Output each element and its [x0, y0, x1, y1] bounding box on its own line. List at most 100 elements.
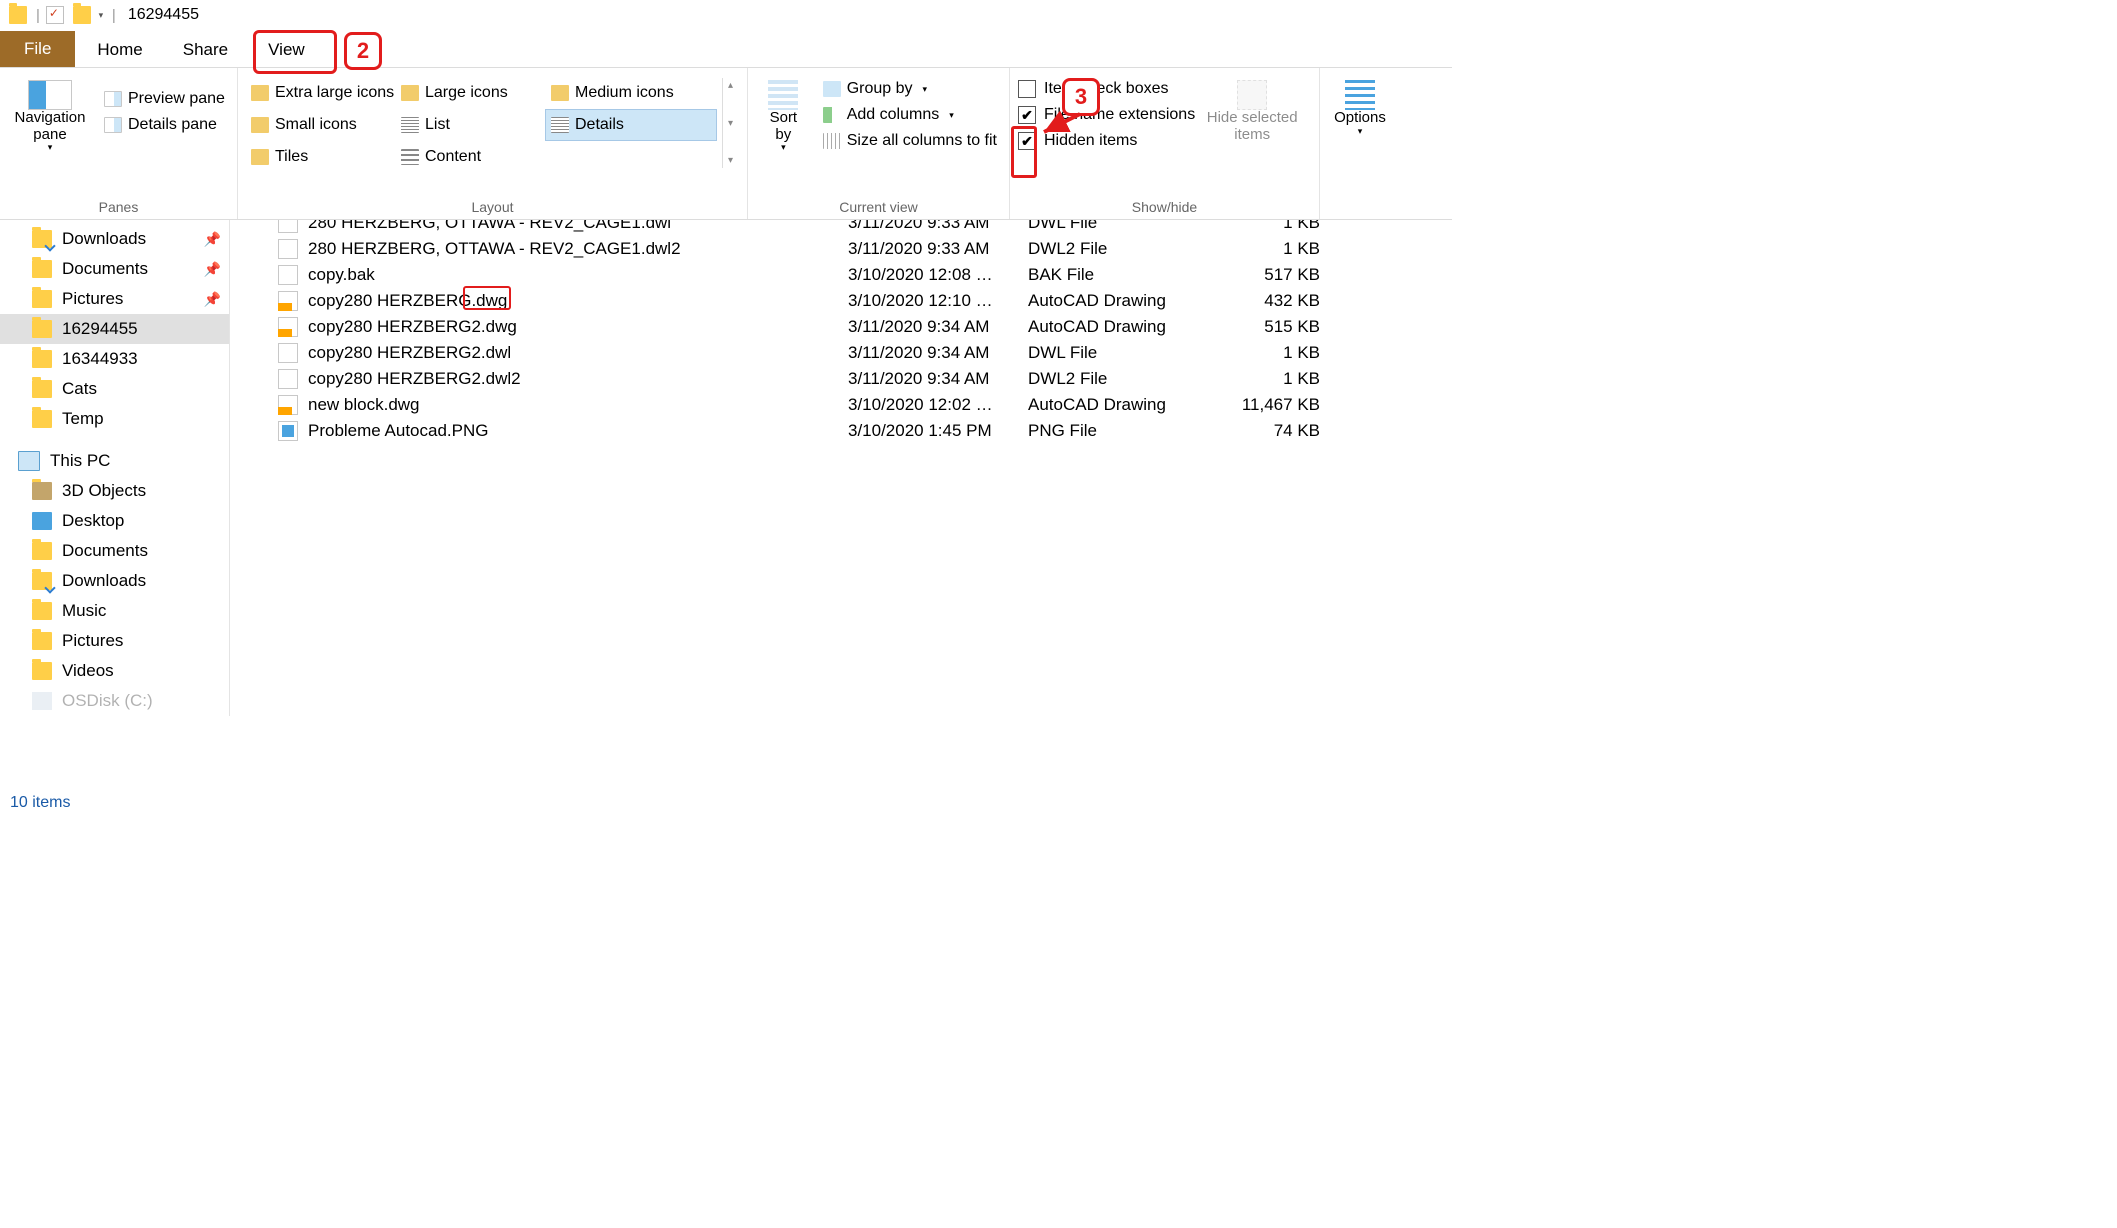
nav-documents[interactable]: Documents📌 — [0, 254, 229, 284]
ribbon-group-panes: Navigation pane ▾ Preview pane Details p… — [0, 68, 238, 219]
nav-16344933[interactable]: 16344933 — [0, 344, 229, 374]
nav-videos[interactable]: Videos — [0, 656, 229, 686]
file-list[interactable]: 280 HERZBERG, OTTAWA - REV2_CAGE1.dwl 3/1… — [230, 220, 1452, 790]
scroll-up-icon[interactable]: ▴ — [723, 78, 738, 93]
hide-selected-button[interactable]: Hide selected items — [1203, 72, 1301, 143]
item-check-boxes-toggle[interactable]: Item check boxes — [1018, 78, 1195, 100]
ribbon-group-layout: Extra large icons Large icons Medium ico… — [238, 68, 748, 219]
layout-extra-large-icons[interactable]: Extra large icons — [246, 78, 396, 108]
layout-large-icons[interactable]: Large icons — [396, 78, 546, 108]
separator: | — [36, 7, 40, 24]
file-name: new block.dwg — [308, 395, 848, 415]
tab-view[interactable]: View — [248, 33, 325, 67]
folder-icon — [32, 380, 52, 398]
nav-this-pc[interactable]: This PC — [0, 446, 229, 476]
file-row[interactable]: new block.dwg3/10/2020 12:02 …AutoCAD Dr… — [230, 392, 1452, 418]
layout-details[interactable]: Details — [546, 110, 716, 140]
tab-home[interactable]: Home — [77, 33, 162, 67]
tab-file[interactable]: File — [0, 31, 75, 67]
layout-tiles[interactable]: Tiles — [246, 142, 396, 172]
file-type: DWL2 File — [1028, 369, 1238, 389]
file-type-icon — [278, 239, 298, 259]
nav-music[interactable]: Music — [0, 596, 229, 626]
file-row[interactable]: copy280 HERZBERG2.dwg3/11/2020 9:34 AMAu… — [230, 314, 1452, 340]
pin-icon: 📌 — [204, 291, 221, 308]
file-type: AutoCAD Drawing — [1028, 317, 1238, 337]
nav-pictures2[interactable]: Pictures — [0, 626, 229, 656]
file-name: copy280 HERZBERG2.dwl — [308, 343, 848, 363]
nav-3d-objects[interactable]: 3D Objects — [0, 476, 229, 506]
nav-temp[interactable]: Temp — [0, 404, 229, 434]
layout-list[interactable]: List — [396, 110, 546, 140]
file-name-extensions-toggle[interactable]: ✔File name extensions — [1018, 104, 1195, 126]
file-name: 280 HERZBERG, OTTAWA - REV2_CAGE1.dwl2 — [308, 239, 848, 259]
file-row[interactable]: copy280 HERZBERG2.dwl3/11/2020 9:34 AMDW… — [230, 340, 1452, 366]
qat-dropdown-icon[interactable]: ▾ — [96, 6, 106, 24]
preview-pane-button[interactable]: Preview pane — [100, 88, 229, 110]
file-size: 1 KB — [1238, 220, 1328, 233]
size-all-columns-button[interactable]: Size all columns to fit — [819, 130, 1001, 152]
tab-share[interactable]: Share — [163, 33, 248, 67]
sort-icon — [768, 80, 798, 110]
hidden-items-toggle[interactable]: ✔Hidden items — [1018, 130, 1195, 152]
nav-osdisk[interactable]: OSDisk (C:) — [0, 686, 229, 716]
scroll-down-icon[interactable]: ▾ — [723, 116, 738, 131]
properties-icon[interactable] — [46, 6, 64, 24]
folder-icon — [32, 290, 52, 308]
navigation-pane-button[interactable]: Navigation pane ▾ — [8, 72, 92, 153]
gallery-more-icon[interactable]: ▾ — [723, 153, 738, 168]
file-row[interactable]: copy.bak3/10/2020 12:08 …BAK File517 KB — [230, 262, 1452, 288]
file-type-icon — [278, 265, 298, 285]
folder-icon — [32, 662, 52, 680]
file-name: 280 HERZBERG, OTTAWA - REV2_CAGE1.dwl — [308, 220, 848, 233]
layout-content[interactable]: Content — [396, 142, 546, 172]
navigation-pane[interactable]: Downloads📌 Documents📌 Pictures📌 16294455… — [0, 220, 230, 716]
file-size: 432 KB — [1238, 291, 1328, 311]
navigation-pane-icon — [28, 80, 72, 110]
file-type-icon — [278, 395, 298, 415]
nav-downloads[interactable]: Downloads📌 — [0, 224, 229, 254]
nav-16294455[interactable]: 16294455 — [0, 314, 229, 344]
details-pane-icon — [104, 117, 122, 133]
nav-desktop[interactable]: Desktop — [0, 506, 229, 536]
file-row[interactable]: copy280 HERZBERG.dwg3/10/2020 12:10 …Aut… — [230, 288, 1452, 314]
folder-icon — [32, 572, 52, 590]
layout-medium-icons[interactable]: Medium icons — [546, 78, 716, 108]
group-label — [1328, 213, 1392, 217]
file-type-icon — [278, 343, 298, 363]
file-date: 3/11/2020 9:34 AM — [848, 343, 1028, 363]
options-icon — [1345, 80, 1375, 110]
layout-small-icons[interactable]: Small icons — [246, 110, 396, 140]
file-date: 3/10/2020 12:08 … — [848, 265, 1028, 285]
desktop-icon — [32, 512, 52, 530]
status-bar: 10 items — [0, 790, 1452, 816]
file-row[interactable]: copy280 HERZBERG2.dwl23/11/2020 9:34 AMD… — [230, 366, 1452, 392]
folder-icon — [32, 260, 52, 278]
file-type-icon — [278, 369, 298, 389]
layout-gallery[interactable]: Extra large icons Large icons Medium ico… — [246, 72, 736, 172]
ribbon-group-current-view: Sort by ▾ Group by▾ Add columns▾ Size al… — [748, 68, 1010, 219]
details-pane-button[interactable]: Details pane — [100, 114, 229, 136]
nav-pictures[interactable]: Pictures📌 — [0, 284, 229, 314]
nav-documents2[interactable]: Documents — [0, 536, 229, 566]
nav-cats[interactable]: Cats — [0, 374, 229, 404]
group-by-button[interactable]: Group by▾ — [819, 78, 1001, 100]
file-name: Probleme Autocad.PNG — [308, 421, 848, 441]
file-row[interactable]: 280 HERZBERG, OTTAWA - REV2_CAGE1.dwl3/1… — [230, 220, 1452, 236]
window-title: 16294455 — [128, 6, 199, 24]
nav-downloads2[interactable]: Downloads — [0, 566, 229, 596]
sort-by-button[interactable]: Sort by ▾ — [756, 72, 811, 153]
file-date: 3/10/2020 12:02 … — [848, 395, 1028, 415]
small-icons-icon — [251, 117, 269, 133]
layout-gallery-scroll[interactable]: ▴ ▾ ▾ — [722, 78, 738, 168]
add-columns-button[interactable]: Add columns▾ — [819, 104, 1001, 126]
file-date: 3/11/2020 9:34 AM — [848, 369, 1028, 389]
ribbon-tabs: File Home Share View — [0, 30, 1452, 68]
hide-selected-icon — [1237, 80, 1267, 110]
file-size: 74 KB — [1238, 421, 1328, 441]
file-row[interactable]: 280 HERZBERG, OTTAWA - REV2_CAGE1.dwl23/… — [230, 236, 1452, 262]
options-button[interactable]: Options ▾ — [1328, 72, 1392, 136]
file-row[interactable]: Probleme Autocad.PNG3/10/2020 1:45 PMPNG… — [230, 418, 1452, 444]
title-bar: | ▾ | 16294455 — [0, 0, 1452, 30]
checkbox-checked-icon: ✔ — [1018, 132, 1036, 150]
